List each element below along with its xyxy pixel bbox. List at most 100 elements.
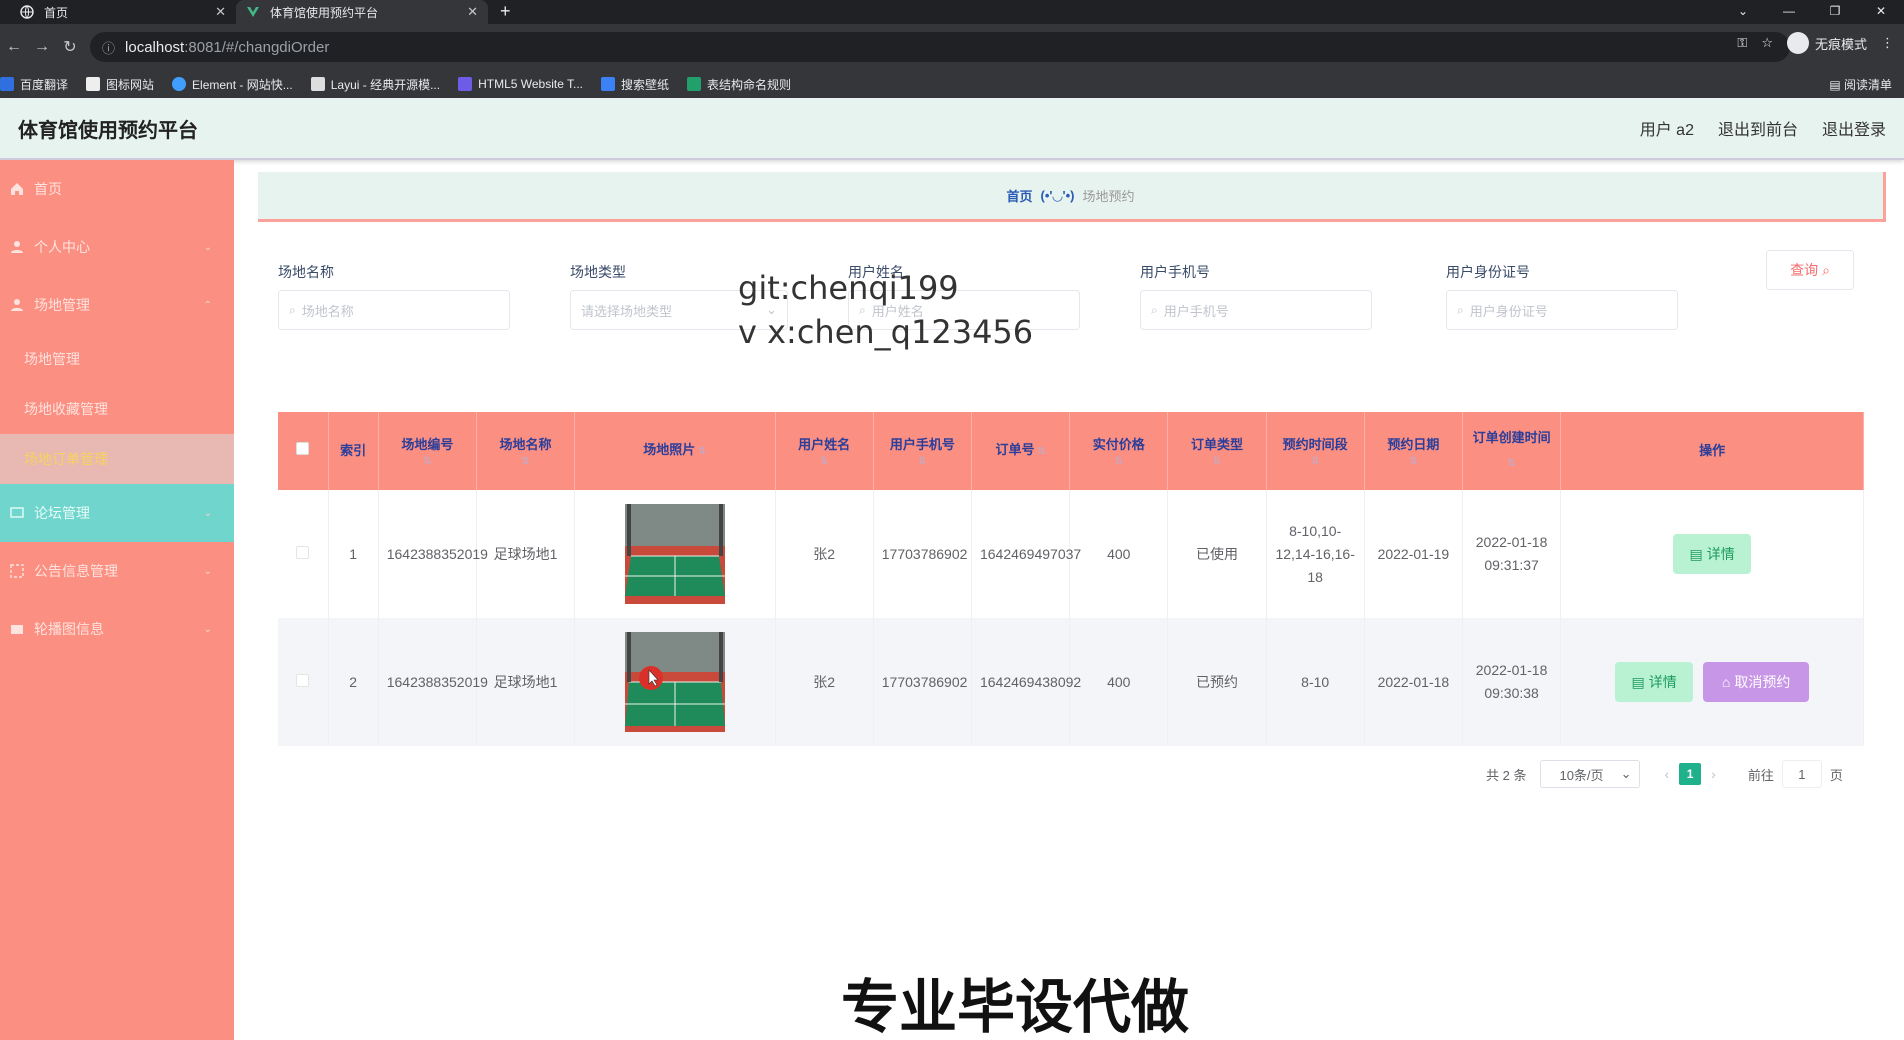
column-header[interactable]: 订单号 ⇅ xyxy=(971,412,1071,490)
sort-icon[interactable]: ⇅ xyxy=(695,446,706,457)
column-header[interactable]: 场地名称 ⇅ xyxy=(476,412,576,490)
table-row: 2 1642388352019 足球场地1 张2 17703786902 164… xyxy=(278,618,1864,746)
sort-icon[interactable]: ⇅ xyxy=(1174,456,1259,468)
browser-tab-home[interactable]: 首页 ✕ xyxy=(10,0,236,24)
incognito-indicator[interactable]: 无痕模式 xyxy=(1786,32,1867,54)
bookmarks-bar: 百度翻译 图标网站 Element - 网站快... Layui - 经典开源模… xyxy=(0,70,1904,98)
query-button[interactable]: 查询 ⌕ xyxy=(1766,250,1854,290)
reload-icon[interactable]: ↻ xyxy=(56,37,84,57)
pagination-total: 共 2 条 xyxy=(1486,767,1527,783)
close-window-icon[interactable]: ✕ xyxy=(1858,0,1904,24)
detail-label: 详情 xyxy=(1706,545,1735,562)
page-number-current[interactable]: 1 xyxy=(1679,763,1702,785)
close-tab-icon[interactable]: ✕ xyxy=(467,4,478,20)
sidebar-subitem-venue[interactable]: 场地管理 xyxy=(0,334,234,384)
sort-icon[interactable]: ⇅ xyxy=(880,456,965,468)
back-icon[interactable]: ← xyxy=(0,38,28,56)
star-icon[interactable]: ☆ xyxy=(1761,35,1773,51)
exit-to-front-link[interactable]: 退出到前台 xyxy=(1718,116,1798,140)
forward-icon[interactable]: → xyxy=(28,38,56,56)
venue-name-placeholder: 场地名称 xyxy=(301,303,354,319)
sort-icon[interactable]: ⇅ xyxy=(483,456,568,468)
bookmark-item[interactable]: 搜索壁纸 xyxy=(601,76,669,93)
bookmark-item[interactable]: Element - 网站快... xyxy=(172,76,293,93)
logout-link[interactable]: 退出登录 xyxy=(1822,116,1886,140)
sidebar-item-carousel[interactable]: 轮播图信息 ⌄ xyxy=(0,600,234,658)
id-card-input[interactable]: ⌕ 用户身份证号 xyxy=(1446,290,1678,330)
bookmark-label: Layui - 经典开源模... xyxy=(330,77,441,92)
sidebar-item-notice[interactable]: 公告信息管理 ⌄ xyxy=(0,542,234,600)
next-page-icon[interactable]: › xyxy=(1711,766,1716,782)
vue-logo-icon xyxy=(246,5,260,19)
sidebar-item-personal[interactable]: 个人中心 ⌄ xyxy=(0,218,234,276)
phone-input[interactable]: ⌕ 用户手机号 xyxy=(1140,290,1372,330)
carousel-icon xyxy=(10,622,24,636)
column-header[interactable]: 订单创建时间 ⇅ xyxy=(1462,412,1562,490)
column-header[interactable]: 用户手机号 ⇅ xyxy=(873,412,972,490)
row-checkbox[interactable] xyxy=(296,673,310,687)
incognito-label: 无痕模式 xyxy=(1814,36,1867,52)
column-header[interactable]: 实付价格 ⇅ xyxy=(1069,412,1169,490)
browser-tabbar: 首页 ✕ 体育馆使用预约平台 ✕ + ⌄ — ❐ ✕ xyxy=(0,0,1904,24)
browser-tab-active[interactable]: 体育馆使用预约平台 ✕ xyxy=(236,0,488,24)
column-header[interactable]: 预约时间段 ⇅ xyxy=(1266,412,1365,490)
new-tab-icon[interactable]: + xyxy=(488,0,523,24)
column-header: 操作 xyxy=(1560,412,1864,490)
column-header[interactable]: 场地编号 ⇅ xyxy=(378,412,477,490)
sort-icon[interactable]: ⇅ xyxy=(1507,458,1515,469)
detail-button[interactable]: ▤ 详情 xyxy=(1673,534,1752,574)
goto-prefix: 前往 xyxy=(1747,767,1774,783)
sort-icon[interactable]: ⇅ xyxy=(1273,456,1358,468)
bookmark-item[interactable]: Layui - 经典开源模... xyxy=(310,76,441,93)
minimize-icon[interactable]: — xyxy=(1766,0,1812,24)
info-icon[interactable]: ⓘ xyxy=(102,38,115,57)
tab-search-icon[interactable]: ⌄ xyxy=(1720,0,1766,24)
bookmark-label: 搜索壁纸 xyxy=(621,77,670,92)
column-header[interactable]: 预约日期 ⇅ xyxy=(1364,412,1463,490)
row-checkbox[interactable] xyxy=(296,545,310,559)
sidebar-subitem-orders[interactable]: 场地订单管理 xyxy=(0,434,234,484)
sort-icon[interactable]: ⇅ xyxy=(385,456,470,468)
bookmark-label: 百度翻译 xyxy=(20,77,69,92)
goto-page-input[interactable]: 1 xyxy=(1781,760,1822,788)
detail-button[interactable]: ▤ 详情 xyxy=(1615,662,1694,702)
browser-actions: ⚿ ☆ 无痕模式 ⋮ xyxy=(1737,32,1894,54)
sidebar-item-home[interactable]: 首页 xyxy=(0,160,234,218)
cancel-booking-button[interactable]: ⌂ 取消预约 xyxy=(1703,662,1810,702)
restore-icon[interactable]: ❐ xyxy=(1812,0,1858,24)
page-size-select[interactable]: 10条/页 ⌄ xyxy=(1540,760,1641,788)
prev-page-icon[interactable]: ‹ xyxy=(1664,766,1669,782)
sidebar-item-forum[interactable]: 论坛管理 ⌄ xyxy=(0,484,234,542)
overlay-caption: 专业毕设代做 xyxy=(840,975,1189,1040)
column-header[interactable]: 场地照片 ⇅ xyxy=(574,412,776,490)
cell-order-no: 1642469438092 xyxy=(971,618,1081,746)
sort-icon[interactable]: ⇅ xyxy=(1371,456,1456,468)
sidebar-subitem-favorites[interactable]: 场地收藏管理 xyxy=(0,384,234,434)
venue-name-input[interactable]: ⌕ 场地名称 xyxy=(278,290,510,330)
breadcrumb-home[interactable]: 首页 xyxy=(1007,186,1033,205)
incognito-icon xyxy=(1786,32,1809,54)
sidebar-item-venue[interactable]: 场地管理 ⌃ xyxy=(0,276,234,334)
wallpaper-icon xyxy=(601,77,616,91)
bookmark-item[interactable]: 图标网站 xyxy=(86,76,154,93)
cell-actions: ▤ 详情 ⌂ 取消预约 xyxy=(1560,618,1864,746)
sort-icon[interactable]: ⇅ xyxy=(1076,456,1161,468)
venue-photo[interactable] xyxy=(624,504,725,604)
sort-icon[interactable]: ⇅ xyxy=(782,456,867,468)
venue-photo[interactable] xyxy=(624,632,725,732)
column-header[interactable]: 用户姓名 ⇅ xyxy=(775,412,874,490)
menu-icon[interactable]: ⋮ xyxy=(1881,35,1894,51)
bookmark-item[interactable]: 表结构命名规则 xyxy=(687,76,791,93)
bookmark-item[interactable]: HTML5 Website T... xyxy=(458,77,583,91)
column-header[interactable]: 订单类型 ⇅ xyxy=(1167,412,1267,490)
reading-list[interactable]: ▤ 阅读清单 xyxy=(1829,76,1892,93)
bookmark-item[interactable]: 百度翻译 xyxy=(0,76,68,93)
key-icon[interactable]: ⚿ xyxy=(1737,35,1747,51)
url-input[interactable]: ⓘ localhost:8081/#/changdiOrder xyxy=(90,32,1790,62)
app-title: 体育馆使用预约平台 xyxy=(18,119,198,142)
select-all-checkbox[interactable] xyxy=(296,442,310,455)
close-tab-icon[interactable]: ✕ xyxy=(215,4,226,20)
sort-icon[interactable]: ⇅ xyxy=(1034,446,1045,457)
chevron-down-icon: ⌄ xyxy=(203,507,212,519)
html5-icon xyxy=(458,77,473,91)
